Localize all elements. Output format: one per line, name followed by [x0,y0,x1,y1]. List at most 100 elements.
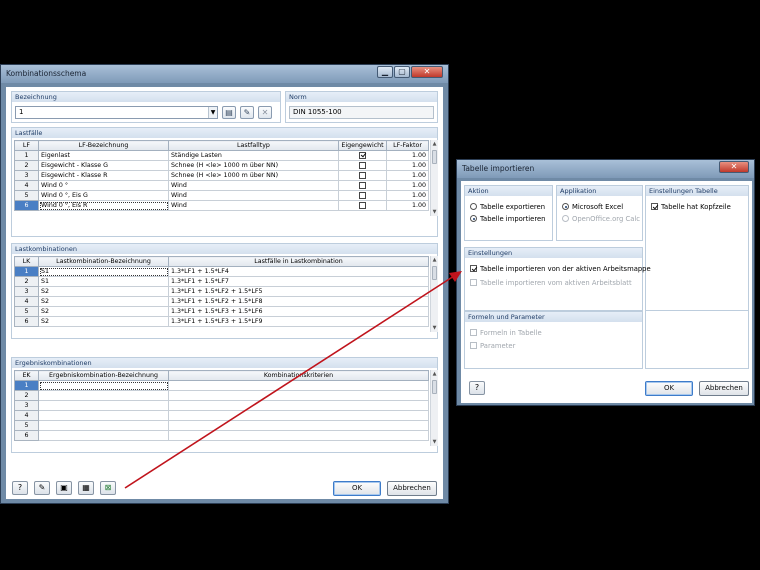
ek-name-cell[interactable] [38,410,169,421]
row-number[interactable]: 1 [14,150,39,161]
col-header-ek[interactable]: EK [14,370,39,381]
maximize-button[interactable]: ▢ [394,66,410,78]
eigengewicht-cell[interactable] [338,180,387,191]
ek-criteria-cell[interactable] [168,390,429,401]
checkbox-aktive-arbeitsmappe[interactable]: Tabelle importieren von der aktiven Arbe… [470,265,651,274]
lf-type-cell[interactable]: Wind [168,200,339,211]
lf-factor-cell[interactable]: 1.00 [386,200,429,211]
eigengewicht-checkbox[interactable] [359,151,366,159]
table-row[interactable]: 2 S1 1.3*LF1 + 1.5*LF7 [14,276,429,287]
row-number[interactable]: 4 [14,296,39,307]
row-number[interactable]: 2 [14,276,39,287]
lk-lf-cell[interactable]: 1.3*LF1 + 1.5*LF3 + 1.5*LF9 [168,316,429,327]
checkbox[interactable] [470,265,477,272]
delete-button[interactable]: ✕ [258,106,272,119]
lf-type-cell[interactable]: Schnee (H <le> 1000 m über NN) [168,170,339,181]
scroll-up-icon[interactable]: ▲ [431,256,438,264]
dialog-help-button[interactable]: ? [469,381,485,395]
ek-name-cell[interactable] [38,430,169,441]
table-row[interactable]: 6 S2 1.3*LF1 + 1.5*LF3 + 1.5*LF9 [14,316,429,327]
ek-name-cell[interactable] [38,420,169,431]
new-item-button[interactable]: ▤ [222,106,236,119]
lf-type-cell[interactable]: Wind [168,180,339,191]
eigengewicht-cell[interactable] [338,190,387,201]
scroll-thumb[interactable] [432,266,437,280]
lf-factor-cell[interactable]: 1.00 [386,160,429,171]
radio-button[interactable] [562,215,569,222]
main-titlebar[interactable]: Kombinationsschema ▁ ▢ ✕ [1,65,448,83]
table-row[interactable]: 1 [14,380,429,391]
row-number[interactable]: 5 [14,420,39,431]
checkbox-aktives-arbeitsblatt[interactable]: Tabelle importieren vom aktiven Arbeitsb… [470,279,632,288]
scroll-down-icon[interactable]: ▼ [431,208,438,216]
table-row[interactable]: 5 [14,420,429,431]
table-row[interactable]: 5 S2 1.3*LF1 + 1.5*LF3 + 1.5*LF6 [14,306,429,317]
col-header-lastfaelle-in-lk[interactable]: Lastfälle in Lastkombination [168,256,429,267]
rename-button[interactable]: ✎ [240,106,254,119]
eigengewicht-checkbox[interactable] [359,201,366,209]
lk-name-cell[interactable]: S1 [38,276,169,287]
scroll-up-icon[interactable]: ▲ [431,370,438,378]
row-number[interactable]: 2 [14,160,39,171]
ek-criteria-cell[interactable] [168,430,429,441]
table-row[interactable]: 6 Wind 0 °, Eis R Wind 1.00 [14,200,429,211]
lf-type-cell[interactable]: Ständige Lasten [168,150,339,161]
lk-name-cell[interactable]: S2 [38,296,169,307]
table-row[interactable]: 5 Wind 0 °, Eis G Wind 1.00 [14,190,429,201]
checkbox[interactable] [470,329,477,336]
eigengewicht-checkbox[interactable] [359,191,366,199]
row-number[interactable]: 6 [14,200,39,211]
table-row[interactable]: 2 Eisgewicht - Klasse G Schnee (H <le> 1… [14,160,429,171]
scroll-down-icon[interactable]: ▼ [431,438,438,446]
scroll-down-icon[interactable]: ▼ [431,324,438,332]
lf-name-cell[interactable]: Wind 0 °, Eis R [38,200,169,211]
lf-name-cell[interactable]: Eisgewicht - Klasse G [38,160,169,171]
col-header-lf[interactable]: LF [14,140,39,151]
row-number[interactable]: 1 [14,380,39,391]
row-number[interactable]: 6 [14,430,39,441]
col-header-eigengewicht[interactable]: Eigengewicht [338,140,387,151]
dialog-ok-button[interactable]: OK [645,381,693,396]
table-row[interactable]: 1 S1 1.3*LF1 + 1.5*LF4 [14,266,429,277]
lk-lf-cell[interactable]: 1.3*LF1 + 1.5*LF7 [168,276,429,287]
ek-criteria-cell[interactable] [168,400,429,411]
ok-button[interactable]: OK [333,481,381,496]
lf-factor-cell[interactable]: 1.00 [386,150,429,161]
row-number[interactable]: 4 [14,410,39,421]
eigengewicht-checkbox[interactable] [359,171,366,179]
excel-button[interactable]: ⊠ [100,481,116,495]
col-header-kombinationskriterien[interactable]: Kombinationskriterien [168,370,429,381]
table-row[interactable]: 2 [14,390,429,401]
help-button[interactable]: ? [12,481,28,495]
col-header-lastfalltyp[interactable]: Lastfalltyp [168,140,339,151]
checkbox-formeln-in-tabelle[interactable]: Formeln in Tabelle [470,329,542,338]
lastkombinationen-scrollbar[interactable]: ▲ ▼ [430,256,438,332]
lk-lf-cell[interactable]: 1.3*LF1 + 1.5*LF2 + 1.5*LF5 [168,286,429,297]
eigengewicht-cell[interactable] [338,170,387,181]
row-number[interactable]: 6 [14,316,39,327]
cancel-button[interactable]: Abbrechen [387,481,437,496]
eigengewicht-cell[interactable] [338,150,387,161]
row-number[interactable]: 4 [14,180,39,191]
ek-name-cell[interactable] [38,380,169,391]
col-header-ek-bezeichnung[interactable]: Ergebniskombination-Bezeichnung [38,370,169,381]
lk-lf-cell[interactable]: 1.3*LF1 + 1.5*LF3 + 1.5*LF6 [168,306,429,317]
lk-lf-cell[interactable]: 1.3*LF1 + 1.5*LF4 [168,266,429,277]
lf-name-cell[interactable]: Eisgewicht - Klasse R [38,170,169,181]
ek-name-cell[interactable] [38,390,169,401]
row-number[interactable]: 3 [14,170,39,181]
lf-name-cell[interactable]: Wind 0 ° [38,180,169,191]
lk-lf-cell[interactable]: 1.3*LF1 + 1.5*LF2 + 1.5*LF8 [168,296,429,307]
dialog-titlebar[interactable]: Tabelle importieren ✕ [457,160,754,178]
minimize-button[interactable]: ▁ [377,66,393,78]
edit-button[interactable]: ✎ [34,481,50,495]
table-row[interactable]: 4 S2 1.3*LF1 + 1.5*LF2 + 1.5*LF8 [14,296,429,307]
scroll-thumb[interactable] [432,150,437,164]
table-row[interactable]: 3 [14,400,429,411]
lk-name-cell[interactable]: S2 [38,316,169,327]
lf-factor-cell[interactable]: 1.00 [386,190,429,201]
eigengewicht-cell[interactable] [338,160,387,171]
checkbox[interactable] [651,203,658,210]
col-header-lk[interactable]: LK [14,256,39,267]
ek-criteria-cell[interactable] [168,380,429,391]
